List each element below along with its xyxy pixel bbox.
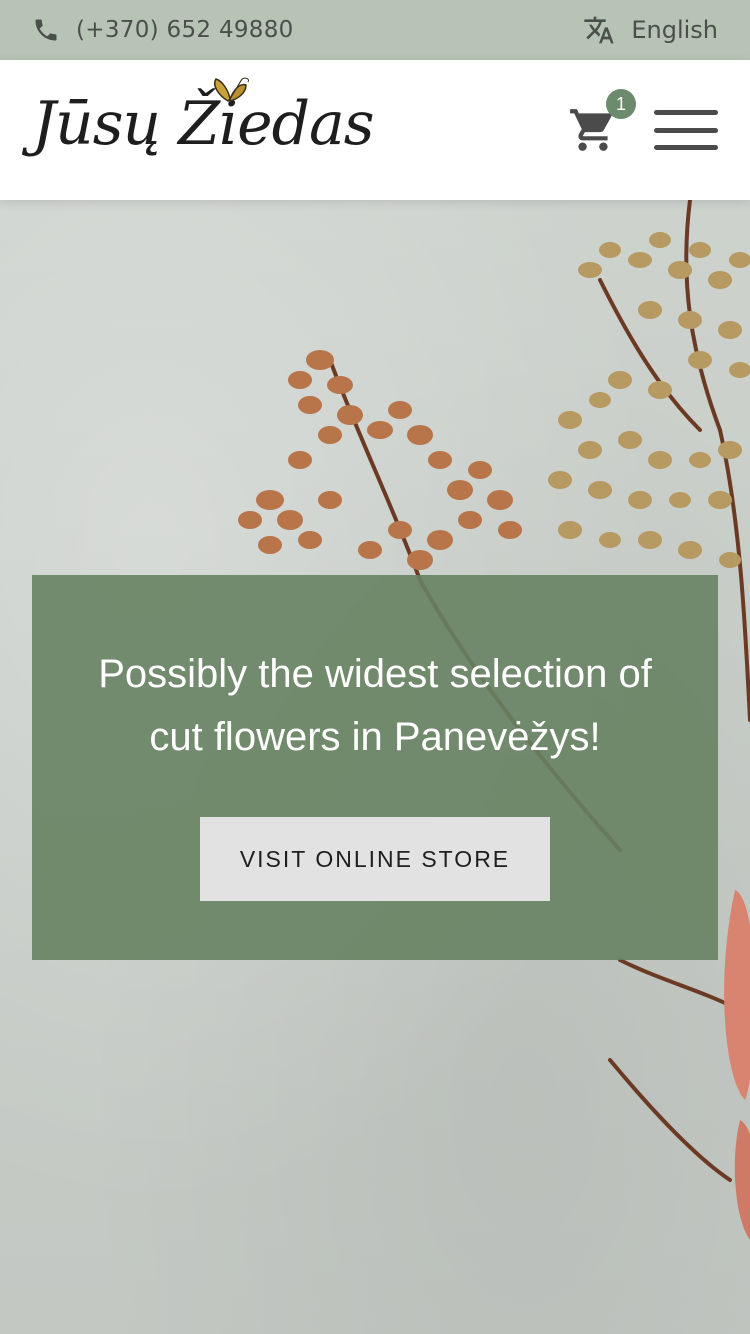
cart-button[interactable]: 1 (568, 89, 636, 155)
language-label: English (631, 16, 718, 44)
logo-text: Jūsų Žiedas (32, 89, 375, 159)
site-logo[interactable]: Jūsų Žiedas (32, 75, 375, 185)
phone-link[interactable]: (+370) 652 49880 (32, 16, 294, 44)
butterfly-icon (214, 77, 249, 102)
phone-icon (32, 16, 60, 44)
visit-online-store-button[interactable]: VISIT ONLINE STORE (200, 817, 550, 901)
promo-banner: Possibly the widest selection of cut flo… (32, 575, 718, 960)
promo-headline: Possibly the widest selection of cut flo… (98, 652, 652, 759)
site-header: Jūsų Žiedas 1 (0, 60, 750, 200)
language-selector[interactable]: English (583, 14, 718, 46)
cart-count-badge: 1 (606, 89, 636, 119)
translate-icon (583, 14, 615, 46)
top-utility-bar: (+370) 652 49880 English (0, 0, 750, 60)
hamburger-menu-icon[interactable] (654, 110, 718, 150)
hero-section: Possibly the widest selection of cut flo… (0, 200, 750, 1334)
phone-number: (+370) 652 49880 (76, 17, 294, 43)
